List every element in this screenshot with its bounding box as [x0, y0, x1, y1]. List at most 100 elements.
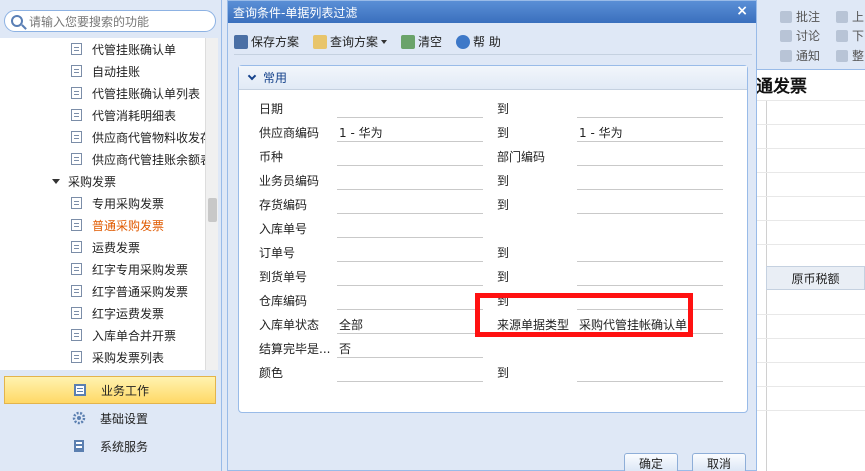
notify-button[interactable]: 通知 — [780, 47, 820, 64]
tree-item[interactable]: 自动挂账 — [71, 60, 140, 82]
filter-field[interactable] — [337, 192, 483, 214]
save-scheme-button[interactable]: 保存方案 — [234, 33, 299, 50]
filter-field[interactable] — [337, 216, 483, 238]
filter-field[interactable] — [337, 144, 483, 166]
filter-label-secondary: 到 — [497, 270, 510, 284]
background-grid-line — [756, 220, 865, 221]
nav-system-service[interactable]: 系统服务 — [4, 432, 216, 460]
filter-label: 存货编码 — [259, 198, 308, 212]
tree-item[interactable]: 代管挂账确认单 — [71, 38, 176, 60]
filter-field[interactable]: 1 - 华为 — [337, 120, 483, 142]
filter-field-secondary[interactable]: 1 - 华为 — [577, 120, 723, 142]
filter-label-secondary: 到 — [497, 174, 510, 188]
tree-item-label: 采购发票 — [68, 174, 117, 189]
search-input[interactable]: 请输入您要搜索的功能 — [4, 10, 216, 32]
filter-field-secondary[interactable] — [577, 96, 723, 118]
background-grid-line — [756, 338, 865, 339]
background-grid-line — [756, 196, 865, 197]
filter-field-secondary[interactable] — [577, 192, 723, 214]
filter-field[interactable]: 否 — [337, 336, 483, 358]
whole-icon — [836, 49, 848, 62]
close-icon[interactable]: × — [736, 3, 748, 19]
dialog-title-bar[interactable]: 查询条件-单据列表过滤 × — [228, 1, 756, 23]
filter-field[interactable] — [337, 264, 483, 286]
tree-item[interactable]: 采购发票列表 — [71, 346, 164, 368]
tree-item-label: 代管挂账确认单 — [92, 42, 177, 57]
help-button[interactable]: 帮 助 — [456, 33, 501, 50]
tree-item[interactable]: 入库单合并开票 — [71, 324, 176, 346]
ok-button[interactable]: 确定 — [624, 453, 678, 471]
up-button[interactable]: 上 — [836, 8, 864, 25]
whole-button[interactable]: 整 — [836, 47, 864, 64]
filter-field[interactable]: 全部 — [337, 312, 483, 334]
down-icon — [836, 29, 848, 42]
background-page-title: 通发票 — [756, 77, 807, 97]
tree-item-label: 代管挂账确认单列表 — [92, 86, 201, 101]
tree-item[interactable]: 红字普通采购发票 — [71, 280, 188, 302]
filter-field-secondary[interactable] — [577, 144, 723, 166]
filter-label: 结算完毕是... — [259, 342, 331, 356]
notify-icon — [780, 49, 792, 62]
sidebar: 请输入您要搜索的功能 代管挂账确认单自动挂账代管挂账确认单列表 代管消耗明细表供应… — [0, 0, 222, 471]
tree-item[interactable]: 红字专用采购发票 — [71, 258, 188, 280]
filter-field[interactable] — [337, 96, 483, 118]
tree-item[interactable]: 供应商代管挂账余额表 — [71, 148, 212, 170]
approve-icon — [780, 10, 792, 23]
tree-item-label: 供应商代管挂账余额表 — [92, 152, 213, 167]
scrollbar-thumb[interactable] — [208, 198, 217, 222]
filter-field[interactable] — [337, 360, 483, 382]
down-button[interactable]: 下 — [836, 27, 864, 44]
tree-item[interactable]: 代管挂账确认单列表 — [71, 82, 200, 104]
document-icon — [71, 241, 82, 253]
filter-field-secondary[interactable] — [577, 168, 723, 190]
dialog-toolbar: 保存方案 查询方案 清空 帮 助 — [234, 29, 752, 55]
query-scheme-button[interactable]: 查询方案 — [313, 33, 388, 50]
tree-group[interactable]: 采购发票 — [52, 170, 116, 192]
nav-business-work[interactable]: 业务工作 — [4, 376, 216, 404]
tree-item[interactable]: 供应商代管物料收发存汇 — [71, 126, 218, 148]
bottom-nav: 业务工作 基础设置 系统服务 — [0, 372, 222, 471]
approve-button[interactable]: 批注 — [780, 8, 820, 25]
filter-field[interactable] — [337, 240, 483, 262]
filter-row: 颜色 到 — [239, 360, 747, 384]
nav-basic-settings[interactable]: 基础设置 — [4, 404, 216, 432]
document-icon — [71, 285, 82, 297]
chevron-down-icon — [247, 71, 257, 81]
tree-scrollbar[interactable] — [205, 38, 218, 370]
tree-item-label: 运费发票 — [92, 240, 141, 255]
chevron-down-icon — [381, 39, 388, 44]
common-filter-panel: 常用 日期到供应商编码 1 - 华为到 1 - 华为 币种 部门编码 业务员编码到存货编码… — [238, 65, 748, 413]
tree-item[interactable]: 红字运费发票 — [71, 302, 164, 324]
tree-item[interactable]: 运费发票 — [71, 236, 140, 258]
filter-field[interactable] — [337, 288, 483, 310]
tree-item-label: 代管消耗明细表 — [92, 108, 177, 123]
business-work-icon — [74, 384, 86, 396]
tree-item[interactable]: 专用采购发票 — [71, 192, 164, 214]
filter-label: 订单号 — [259, 246, 296, 260]
filter-field-secondary[interactable] — [577, 264, 723, 286]
filter-field[interactable] — [337, 168, 483, 190]
background-grid-line — [756, 362, 865, 363]
tree-item[interactable]: 代管消耗明细表 — [71, 104, 176, 126]
clear-button[interactable]: 清空 — [401, 33, 442, 50]
cancel-button[interactable]: 取消 — [692, 453, 746, 471]
filter-label: 业务员编码 — [259, 174, 320, 188]
document-icon — [71, 219, 82, 231]
filter-field-secondary[interactable] — [577, 360, 723, 382]
document-icon — [71, 131, 82, 143]
tree-item[interactable]: 普通采购发票 — [71, 214, 164, 236]
tree-item-label: 红字普通采购发票 — [92, 284, 189, 299]
query-filter-dialog: 查询条件-单据列表过滤 × 保存方案 查询方案 清空 帮 助 常用 日期 到 供… — [227, 0, 757, 471]
filter-label-secondary: 到 — [497, 366, 510, 380]
background-grid-line — [756, 100, 865, 101]
column-header-tax-amount[interactable]: 原币税额 — [766, 266, 865, 290]
discuss-icon — [780, 29, 792, 42]
filter-field-secondary[interactable] — [577, 240, 723, 262]
filter-label: 入库单状态 — [259, 318, 320, 332]
discuss-button[interactable]: 讨论 — [780, 27, 820, 44]
gear-icon — [72, 411, 86, 425]
section-header-common[interactable]: 常用 — [239, 66, 747, 90]
up-icon — [836, 10, 848, 23]
highlight-box — [475, 293, 693, 337]
menu-tree: 代管挂账确认单自动挂账代管挂账确认单列表 代管消耗明细表供应商代管物料收发存汇供应… — [0, 38, 218, 370]
